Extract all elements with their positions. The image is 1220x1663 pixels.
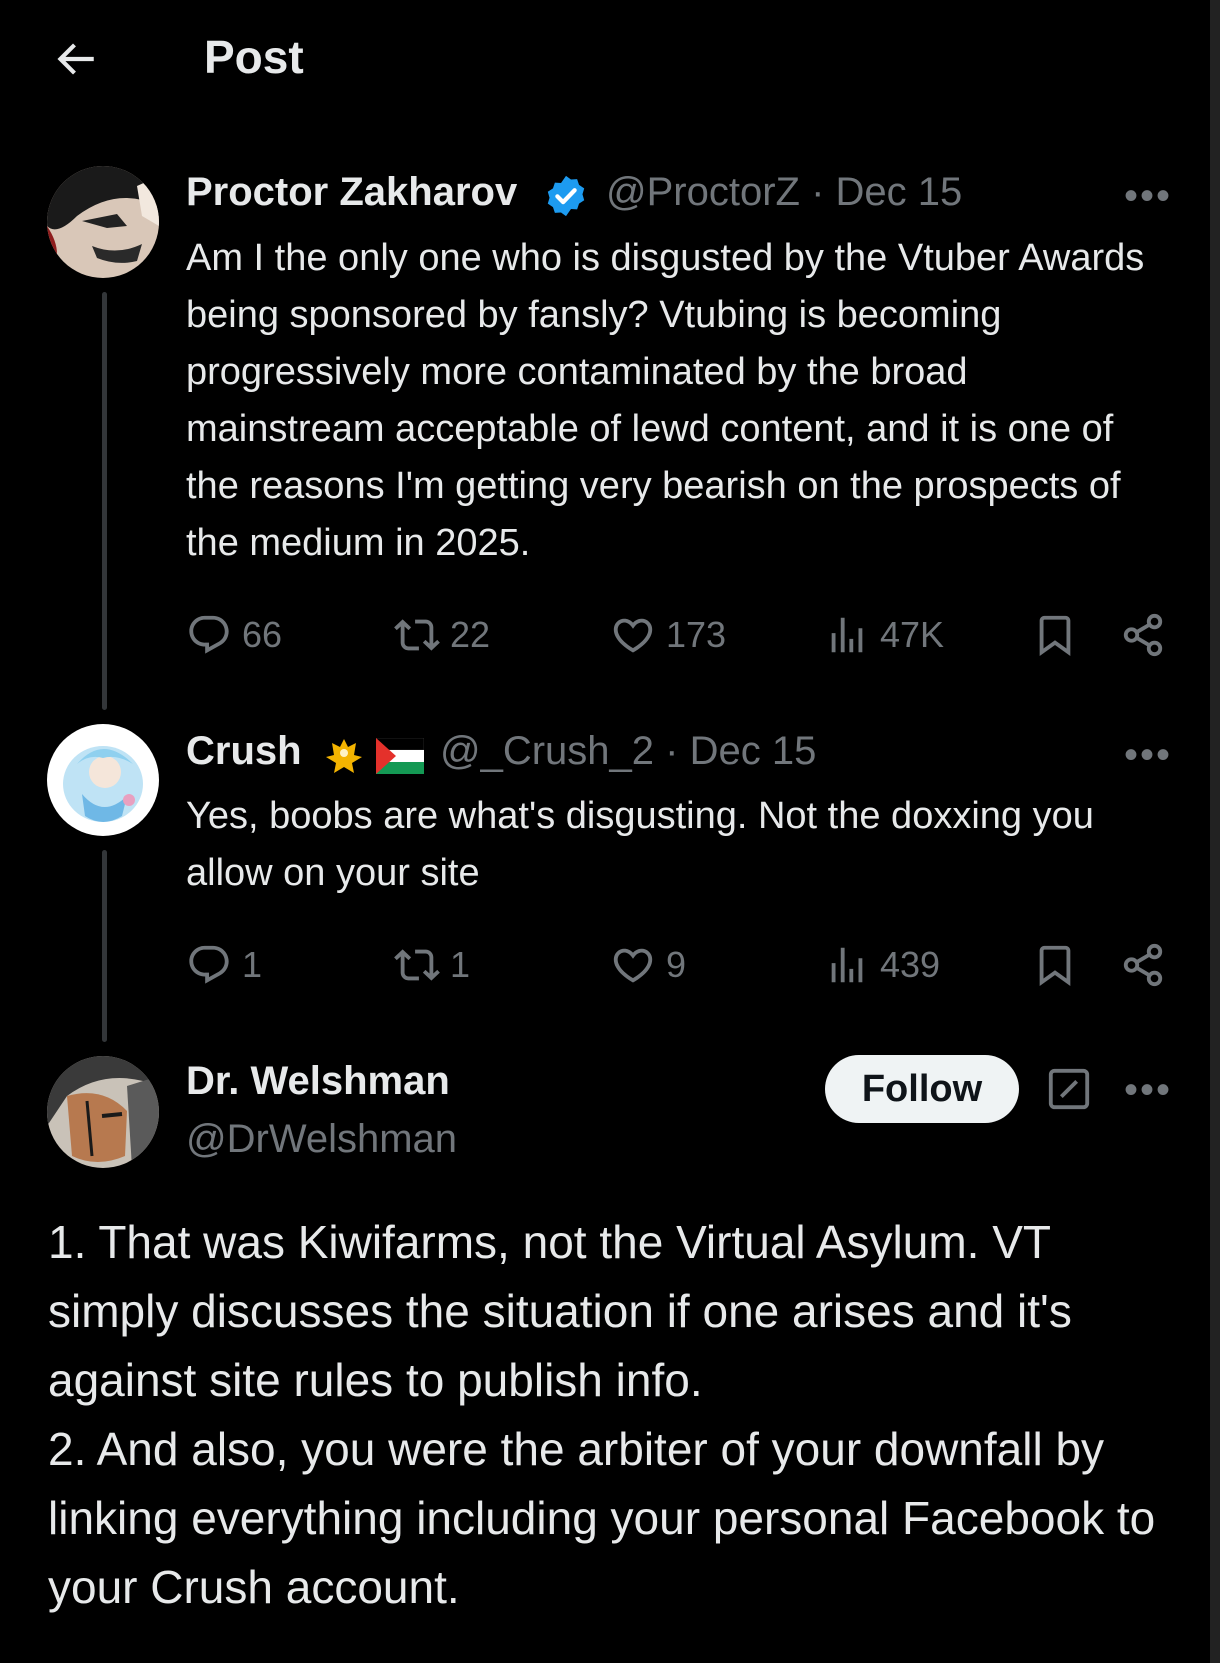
reply-count: 66	[242, 614, 283, 655]
repost-count: 22	[450, 614, 491, 655]
views-icon	[831, 617, 863, 653]
scrollbar[interactable]	[1210, 0, 1220, 1663]
views-button[interactable]: 47K	[824, 610, 944, 660]
thread-line	[102, 850, 107, 1042]
crown-emoji-icon	[320, 733, 368, 781]
main-post-paragraph: 1. That was Kiwifarms, not the Virtual A…	[48, 1216, 1072, 1406]
author-name[interactable]: Crush	[186, 729, 302, 774]
back-arrow-icon[interactable]	[50, 34, 100, 84]
tweet-meta: @ProctorZ · Dec 15	[606, 170, 962, 215]
top-bar: Post	[0, 0, 1200, 120]
like-count: 9	[666, 944, 687, 985]
palestine-flag-icon	[375, 737, 425, 774]
author-handle[interactable]: @ProctorZ	[606, 170, 800, 214]
page-title: Post	[204, 31, 304, 83]
share-icon[interactable]	[1120, 610, 1166, 660]
more-icon[interactable]: •••	[1124, 735, 1172, 775]
share-icon[interactable]	[1120, 940, 1166, 990]
avatar-proctor[interactable]	[47, 166, 159, 278]
views-button[interactable]: 439	[824, 940, 940, 990]
tweet-actions: 66 22 173 47K	[186, 610, 1176, 660]
repost-button[interactable]: 1	[394, 940, 470, 990]
tweet-text: Yes, boobs are what's disgusting. Not th…	[186, 795, 1094, 894]
tweet-actions: 1 1 9 439	[186, 940, 1176, 990]
reply-button[interactable]: 66	[186, 610, 282, 660]
author-name[interactable]: Proctor Zakharov	[186, 170, 517, 215]
like-icon	[613, 618, 653, 653]
tweet-text: Am I the only one who is disgusted by th…	[186, 237, 1145, 564]
views-icon	[831, 947, 863, 983]
repost-count: 1	[450, 944, 471, 985]
reply-icon	[189, 945, 229, 984]
bookmark-icon[interactable]	[1032, 940, 1078, 990]
repost-icon	[394, 949, 440, 981]
like-button[interactable]: 9	[610, 940, 686, 990]
more-icon[interactable]: •••	[1124, 1070, 1172, 1110]
reply-button[interactable]: 1	[186, 940, 262, 990]
avatar-drwelshman[interactable]	[47, 1056, 159, 1168]
reply-count: 1	[242, 944, 263, 985]
more-icon[interactable]: •••	[1124, 176, 1172, 216]
follow-button[interactable]: Follow	[825, 1055, 1019, 1123]
like-count: 173	[666, 614, 727, 655]
avatar-crush[interactable]	[47, 724, 159, 836]
tweet-date[interactable]: Dec 15	[836, 170, 963, 214]
repost-button[interactable]: 22	[394, 610, 490, 660]
author-handle[interactable]: @DrWelshman	[186, 1117, 457, 1162]
verified-badge-icon	[543, 173, 589, 219]
like-button[interactable]: 173	[610, 610, 726, 660]
author-name[interactable]: Dr. Welshman	[186, 1059, 450, 1104]
separator: ·	[811, 170, 825, 214]
separator: ·	[665, 729, 679, 773]
main-post-paragraph: 2. And also, you were the arbiter of you…	[48, 1423, 1156, 1613]
views-count: 47K	[880, 614, 945, 655]
tweet-meta: @_Crush_2 · Dec 15	[440, 729, 816, 774]
thread-line	[102, 292, 107, 710]
repost-icon	[394, 619, 440, 651]
like-icon	[613, 948, 653, 983]
main-post-text: 1. That was Kiwifarms, not the Virtual A…	[48, 1208, 1188, 1622]
edit-icon[interactable]	[1046, 1066, 1092, 1112]
reply-icon	[189, 615, 229, 654]
views-count: 439	[880, 944, 941, 985]
bookmark-icon[interactable]	[1032, 610, 1078, 660]
tweet-date[interactable]: Dec 15	[690, 729, 817, 773]
author-handle[interactable]: @_Crush_2	[440, 729, 654, 773]
